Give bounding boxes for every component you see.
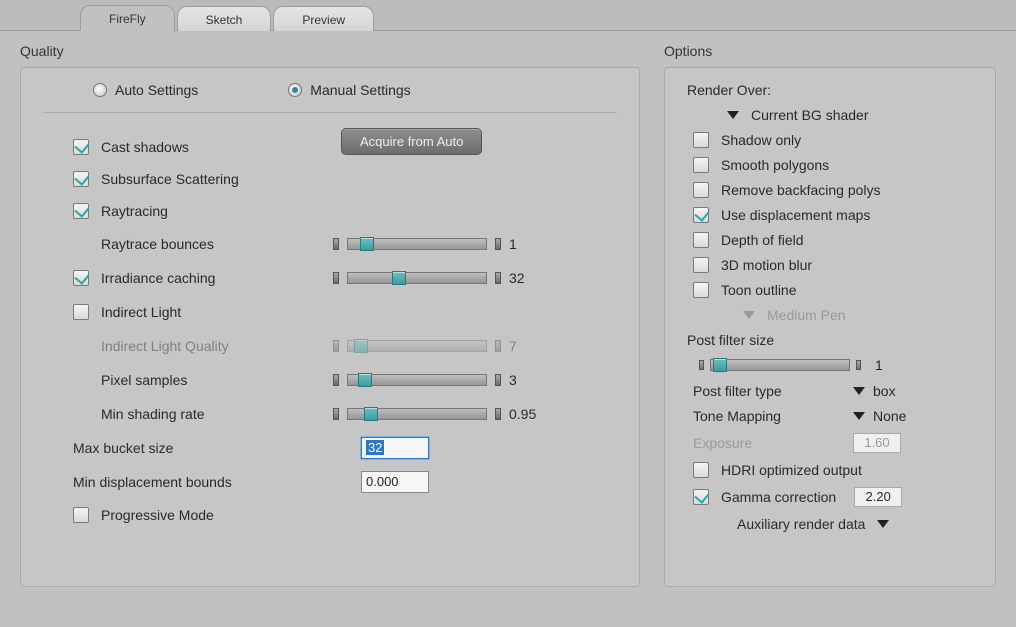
- aux-render-data-label: Auxiliary render data: [737, 516, 865, 532]
- depth-of-field-checkbox[interactable]: [693, 232, 709, 248]
- hdri-label: HDRI optimized output: [721, 462, 862, 478]
- post-filter-type-value: box: [873, 383, 896, 399]
- slider-cap-icon: [333, 238, 339, 250]
- toon-outline-label: Toon outline: [721, 282, 797, 298]
- indirect-light-quality-label: Indirect Light Quality: [73, 338, 333, 354]
- post-filter-size-slider[interactable]: 1: [699, 357, 977, 373]
- slider-cap-icon: [495, 238, 501, 250]
- pixel-samples-slider[interactable]: [333, 374, 501, 386]
- slider-cap-icon: [333, 272, 339, 284]
- slider-cap-icon: [699, 360, 704, 370]
- use-displacement-checkbox[interactable]: [693, 207, 709, 223]
- slider-cap-icon: [495, 374, 501, 386]
- gamma-correction-checkbox[interactable]: [693, 489, 709, 505]
- depth-of-field-label: Depth of field: [721, 232, 804, 248]
- min-shading-rate-label: Min shading rate: [73, 406, 333, 422]
- raytrace-bounces-value: 1: [509, 236, 553, 252]
- exposure-label: Exposure: [693, 435, 853, 451]
- post-filter-type-label: Post filter type: [693, 383, 853, 399]
- toon-outline-checkbox[interactable]: [693, 282, 709, 298]
- subsurface-scattering-checkbox[interactable]: [73, 171, 89, 187]
- irradiance-caching-slider[interactable]: [333, 272, 501, 284]
- remove-backfacing-label: Remove backfacing polys: [721, 182, 881, 198]
- hdri-checkbox[interactable]: [693, 462, 709, 478]
- exposure-field: 1.60: [853, 433, 901, 453]
- aux-render-data-dropdown[interactable]: Auxiliary render data: [683, 516, 977, 532]
- slider-cap-icon: [333, 374, 339, 386]
- toon-pen-dropdown: Medium Pen: [683, 307, 977, 323]
- quality-title: Quality: [20, 43, 640, 59]
- post-filter-type-dropdown[interactable]: box: [853, 383, 896, 399]
- tone-mapping-label: Tone Mapping: [693, 408, 853, 424]
- acquire-from-auto-button[interactable]: Acquire from Auto: [341, 128, 482, 155]
- indirect-light-label: Indirect Light: [101, 304, 181, 320]
- tab-firefly[interactable]: FireFly: [80, 5, 175, 31]
- indirect-light-quality-slider: [333, 340, 501, 352]
- slider-cap-icon: [495, 340, 501, 352]
- raytracing-label: Raytracing: [101, 203, 168, 219]
- cast-shadows-label: Cast shadows: [101, 139, 189, 155]
- slider-cap-icon: [495, 272, 501, 284]
- options-title: Options: [664, 43, 996, 59]
- radio-icon: [93, 83, 107, 97]
- indirect-light-quality-value: 7: [509, 338, 553, 354]
- min-shading-rate-slider[interactable]: [333, 408, 501, 420]
- min-shading-rate-value: 0.95: [509, 406, 553, 422]
- use-displacement-label: Use displacement maps: [721, 207, 870, 223]
- gamma-correction-label: Gamma correction: [721, 489, 836, 505]
- min-displacement-bounds-label: Min displacement bounds: [73, 474, 361, 490]
- slider-cap-icon: [856, 360, 861, 370]
- tab-preview[interactable]: Preview: [273, 6, 374, 31]
- triangle-down-icon: [743, 311, 755, 319]
- slider-cap-icon: [333, 340, 339, 352]
- irradiance-caching-checkbox[interactable]: [73, 270, 89, 286]
- smooth-polygons-label: Smooth polygons: [721, 157, 829, 173]
- motion-blur-label: 3D motion blur: [721, 257, 812, 273]
- auto-settings-radio[interactable]: Auto Settings: [93, 82, 198, 98]
- bg-shader-value: Current BG shader: [751, 107, 869, 123]
- pixel-samples-value: 3: [509, 372, 553, 388]
- pixel-samples-label: Pixel samples: [73, 372, 333, 388]
- triangle-down-icon: [853, 387, 865, 395]
- render-over-label: Render Over:: [687, 82, 771, 98]
- toon-pen-value: Medium Pen: [767, 307, 846, 323]
- slider-cap-icon: [495, 408, 501, 420]
- smooth-polygons-checkbox[interactable]: [693, 157, 709, 173]
- progressive-mode-checkbox[interactable]: [73, 507, 89, 523]
- max-bucket-size-label: Max bucket size: [73, 440, 361, 456]
- radio-icon: [288, 83, 302, 97]
- shadow-only-label: Shadow only: [721, 132, 801, 148]
- raytrace-bounces-slider[interactable]: [333, 238, 501, 250]
- remove-backfacing-checkbox[interactable]: [693, 182, 709, 198]
- tone-mapping-dropdown[interactable]: None: [853, 408, 906, 424]
- post-filter-size-value: 1: [875, 357, 919, 373]
- subsurface-scattering-label: Subsurface Scattering: [101, 171, 239, 187]
- progressive-mode-label: Progressive Mode: [101, 507, 214, 523]
- slider-cap-icon: [333, 408, 339, 420]
- shadow-only-checkbox[interactable]: [693, 132, 709, 148]
- gamma-correction-field[interactable]: 2.20: [854, 487, 902, 507]
- tab-sketch[interactable]: Sketch: [177, 6, 272, 31]
- raytrace-bounces-label: Raytrace bounces: [73, 236, 333, 252]
- min-displacement-bounds-field[interactable]: 0.000: [361, 471, 429, 493]
- bg-shader-dropdown[interactable]: Current BG shader: [683, 107, 977, 123]
- manual-settings-label: Manual Settings: [310, 82, 410, 98]
- irradiance-caching-label: Irradiance caching: [101, 270, 215, 286]
- irradiance-caching-value: 32: [509, 270, 553, 286]
- triangle-down-icon: [727, 111, 739, 119]
- raytracing-checkbox[interactable]: [73, 203, 89, 219]
- indirect-light-checkbox[interactable]: [73, 304, 89, 320]
- manual-settings-radio[interactable]: Manual Settings: [288, 82, 410, 98]
- triangle-down-icon: [877, 520, 889, 528]
- max-bucket-size-field[interactable]: 32: [361, 437, 429, 459]
- cast-shadows-checkbox[interactable]: [73, 139, 89, 155]
- motion-blur-checkbox[interactable]: [693, 257, 709, 273]
- auto-settings-label: Auto Settings: [115, 82, 198, 98]
- post-filter-size-label: Post filter size: [687, 332, 774, 348]
- tone-mapping-value: None: [873, 408, 906, 424]
- triangle-down-icon: [853, 412, 865, 420]
